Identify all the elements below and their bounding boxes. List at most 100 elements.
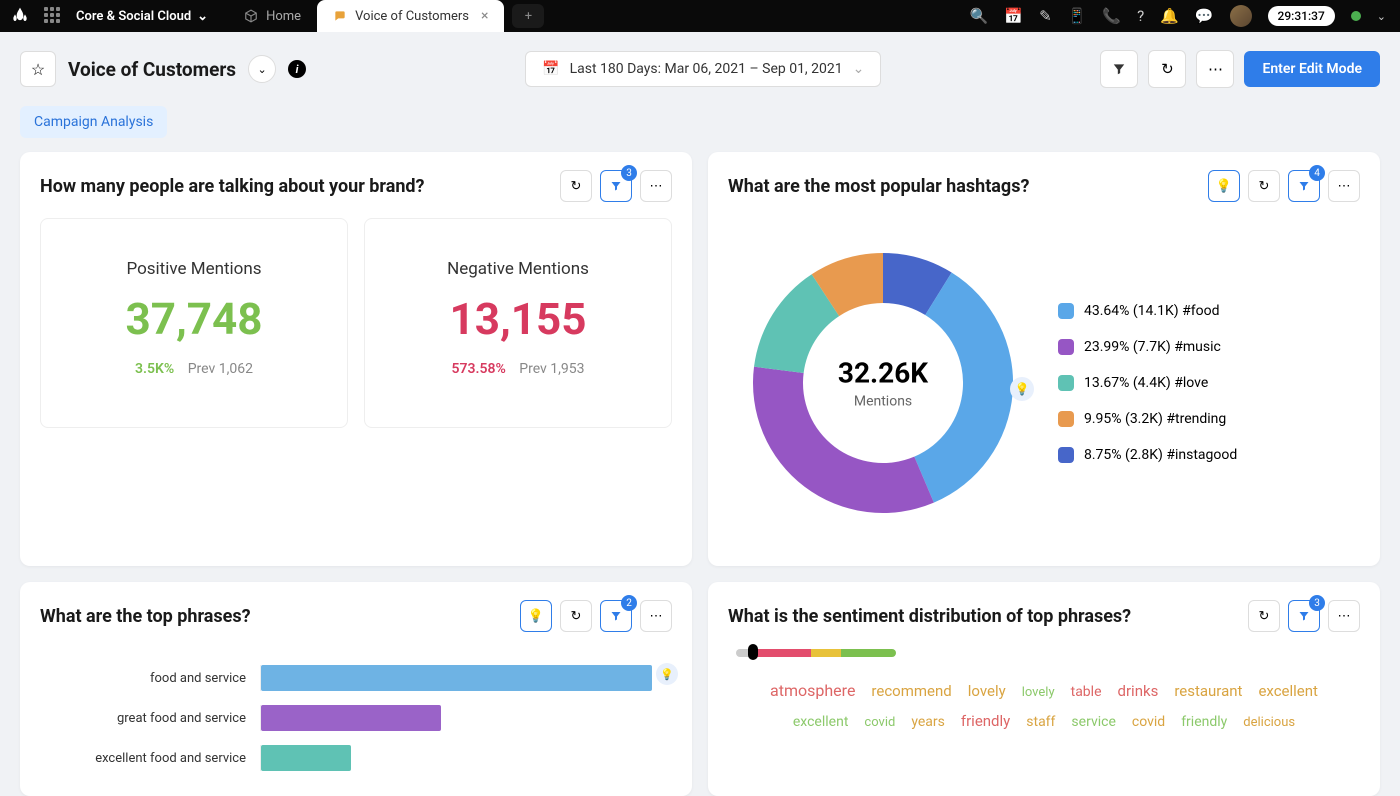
tab-home[interactable]: Home <box>228 0 317 32</box>
tab-label: Voice of Customers <box>355 9 469 24</box>
legend-item[interactable]: 13.67% (4.4K) #love <box>1058 375 1237 391</box>
word-cloud-word[interactable]: service <box>1071 709 1115 736</box>
bulb-icon[interactable]: 💡 <box>656 663 678 685</box>
swatch <box>1058 375 1074 391</box>
legend-item[interactable]: 9.95% (3.2K) #trending <box>1058 411 1237 427</box>
refresh-button[interactable]: ↻ <box>560 600 592 632</box>
refresh-button[interactable]: ↻ <box>1248 600 1280 632</box>
positive-pct: 3.5K% <box>135 361 174 377</box>
device-icon[interactable]: 📱 <box>1068 7 1087 25</box>
insight-button[interactable]: 💡 <box>1208 170 1240 202</box>
word-cloud-word[interactable]: years <box>911 709 945 736</box>
swatch <box>1058 303 1074 319</box>
calendar-icon: 📅 <box>542 61 559 77</box>
filter-button[interactable] <box>1100 50 1138 88</box>
word-cloud-word[interactable]: covid <box>864 711 895 736</box>
word-cloud-word[interactable]: lovely <box>1022 681 1055 706</box>
more-button[interactable]: ⋯ <box>640 600 672 632</box>
tab-voice-of-customers[interactable]: Voice of Customers × <box>317 0 504 32</box>
slider-cursor[interactable] <box>748 644 758 660</box>
mentions-card: How many people are talking about your b… <box>20 152 692 566</box>
bar-label: great food and service <box>40 711 260 726</box>
workspace-label: Core & Social Cloud <box>76 9 191 24</box>
negative-mentions-tile: Negative Mentions 13,155 573.58% Prev 1,… <box>364 218 672 428</box>
calendar-icon[interactable]: 📅 <box>1004 7 1023 25</box>
swatch <box>1058 447 1074 463</box>
word-cloud-word[interactable]: staff <box>1026 709 1055 736</box>
word-cloud-word[interactable]: table <box>1071 679 1102 706</box>
donut-legend: 43.64% (14.1K) #food 23.99% (7.7K) #musi… <box>1058 303 1237 463</box>
bar-label: food and service <box>40 671 260 686</box>
word-cloud-word[interactable]: lovely <box>968 677 1006 706</box>
donut-center-label: Mentions <box>838 394 928 410</box>
donut-chart: 32.26K Mentions 💡 <box>738 238 1028 528</box>
chevron-down-icon: ⌄ <box>853 61 865 77</box>
refresh-button[interactable]: ↻ <box>560 170 592 202</box>
new-tab-button[interactable]: + <box>512 4 544 28</box>
bar-row: food and service 💡 <box>40 658 652 698</box>
bar-fill[interactable] <box>261 745 351 771</box>
phrases-card: What are the top phrases? 💡 ↻ 2 ⋯ food a… <box>20 582 692 796</box>
word-cloud-word[interactable]: delicious <box>1243 711 1295 736</box>
filter-button[interactable]: 2 <box>600 600 632 632</box>
word-cloud-word[interactable]: friendly <box>1181 709 1227 736</box>
chevron-down-icon[interactable]: ⌄ <box>1377 10 1386 23</box>
bar-fill[interactable] <box>261 665 652 691</box>
card-title: What are the most popular hashtags? <box>728 176 1029 197</box>
hashtags-card: What are the most popular hashtags? 💡 ↻ … <box>708 152 1380 566</box>
filter-button[interactable]: 3 <box>600 170 632 202</box>
status-indicator[interactable] <box>1351 11 1361 21</box>
enter-edit-mode-button[interactable]: Enter Edit Mode <box>1244 51 1380 87</box>
info-icon[interactable]: i <box>288 60 306 78</box>
insight-button[interactable]: 💡 <box>520 600 552 632</box>
bulb-icon[interactable]: 💡 <box>1010 377 1034 401</box>
legend-item[interactable]: 23.99% (7.7K) #music <box>1058 339 1237 355</box>
date-range-picker[interactable]: 📅 Last 180 Days: Mar 06, 2021 – Sep 01, … <box>525 51 881 87</box>
tab-strip: Home Voice of Customers × + <box>228 0 544 32</box>
more-button[interactable]: ⋯ <box>1328 170 1360 202</box>
campaign-analysis-chip[interactable]: Campaign Analysis <box>20 106 167 138</box>
more-button[interactable]: ⋯ <box>1196 50 1234 88</box>
workspace-selector[interactable]: Core & Social Cloud ⌄ <box>76 9 208 24</box>
filter-button[interactable]: 4 <box>1288 170 1320 202</box>
edit-icon[interactable]: ✎ <box>1039 7 1052 25</box>
favorite-button[interactable]: ☆ <box>20 51 56 87</box>
refresh-button[interactable]: ↻ <box>1148 50 1186 88</box>
sprinklr-logo-icon <box>10 6 30 26</box>
page-dropdown-button[interactable]: ⌄ <box>248 55 276 83</box>
legend-item[interactable]: 8.75% (2.8K) #instagood <box>1058 447 1237 463</box>
user-avatar[interactable] <box>1230 5 1252 27</box>
apps-grid-icon[interactable] <box>44 7 62 25</box>
more-button[interactable]: ⋯ <box>1328 600 1360 632</box>
chat-bubble-icon[interactable]: 💬 <box>1195 7 1214 25</box>
date-range-label: Last 180 Days: Mar 06, 2021 – Sep 01, 20… <box>570 61 843 77</box>
refresh-button[interactable]: ↻ <box>1248 170 1280 202</box>
word-cloud-word[interactable]: atmosphere <box>770 676 855 706</box>
sentiment-slider[interactable] <box>736 648 916 658</box>
word-cloud-word[interactable]: recommend <box>871 677 951 706</box>
bar-row: great food and service <box>40 698 652 738</box>
close-icon[interactable]: × <box>481 8 488 24</box>
bar-fill[interactable] <box>261 705 441 731</box>
clock: 29:31:37 <box>1268 6 1335 26</box>
word-cloud-word[interactable]: excellent <box>793 709 849 736</box>
word-cloud-word[interactable]: friendly <box>961 707 1010 736</box>
bar-row: excellent food and service <box>40 738 652 778</box>
bell-icon[interactable]: 🔔 <box>1160 7 1179 25</box>
filter-button[interactable]: 3 <box>1288 600 1320 632</box>
word-cloud-word[interactable]: drinks <box>1118 677 1159 706</box>
card-title: How many people are talking about your b… <box>40 176 425 197</box>
negative-pct: 573.58% <box>451 361 505 377</box>
help-icon[interactable]: ? <box>1137 7 1144 25</box>
tile-label: Positive Mentions <box>61 259 327 279</box>
word-cloud-word[interactable]: restaurant <box>1174 677 1242 706</box>
legend-item[interactable]: 43.64% (14.1K) #food <box>1058 303 1237 319</box>
swatch <box>1058 339 1074 355</box>
phone-icon[interactable]: 📞 <box>1102 7 1121 25</box>
more-button[interactable]: ⋯ <box>640 170 672 202</box>
word-cloud-word[interactable]: excellent <box>1258 677 1318 706</box>
filter-count-badge: 2 <box>621 595 637 611</box>
positive-value: 37,748 <box>61 293 327 345</box>
word-cloud-word[interactable]: covid <box>1132 709 1165 736</box>
search-icon[interactable]: 🔍 <box>970 7 989 25</box>
